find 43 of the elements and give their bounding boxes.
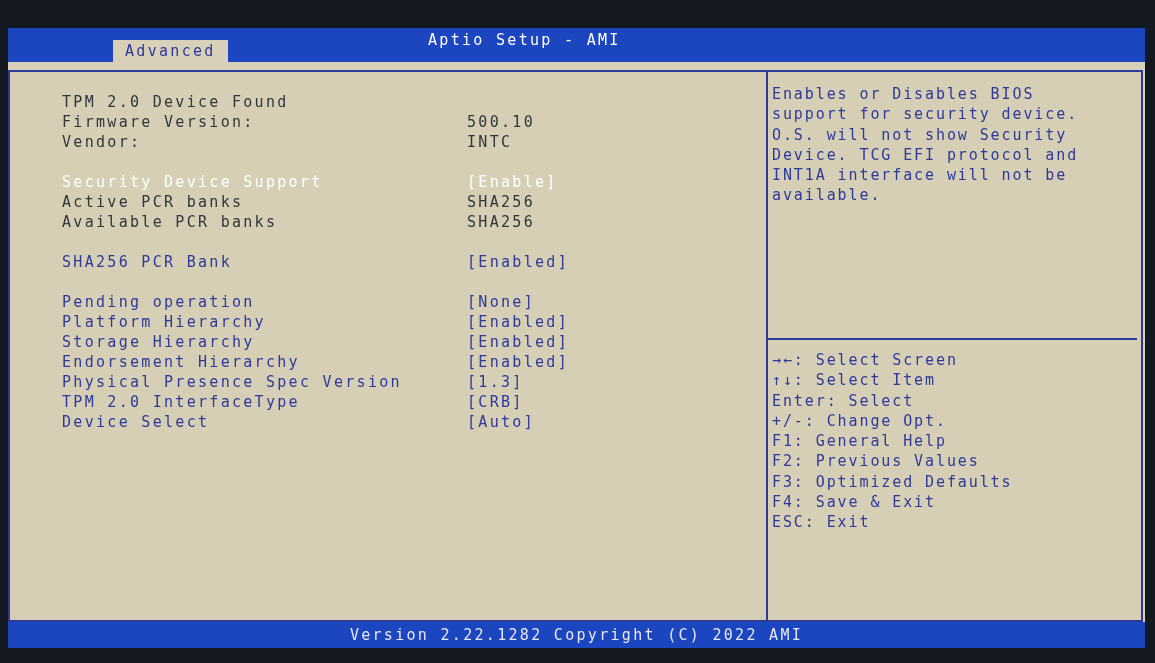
info-label: Active PCR banks bbox=[62, 193, 244, 211]
key-hint: Enter: Select bbox=[772, 390, 916, 411]
window-title: Aptio Setup - AMI bbox=[428, 30, 621, 50]
status-text: Version 2.22.1282 Copyright (C) 2022 AMI bbox=[349, 625, 804, 645]
setting-value[interactable]: [Auto] bbox=[467, 412, 535, 432]
help-text-line: INT1A interface will not be bbox=[772, 165, 1069, 186]
help-text-line: Device. TCG EFI protocol and bbox=[772, 144, 1080, 166]
setting-label[interactable]: Physical Presence Spec Version bbox=[62, 373, 402, 391]
key-hint: ESC: Exit bbox=[772, 512, 872, 533]
setting-label[interactable]: Pending operation bbox=[62, 293, 255, 311]
setting-label[interactable]: TPM 2.0 InterfaceType bbox=[62, 393, 300, 411]
help-text-line: available. bbox=[772, 185, 883, 206]
setting-label[interactable]: Endorsement Hierarchy bbox=[62, 353, 300, 371]
setting-value[interactable]: [Enabled] bbox=[467, 312, 569, 332]
info-label: Vendor: bbox=[62, 133, 142, 151]
key-hint: →←: Select Screen bbox=[772, 350, 959, 371]
setting-value[interactable]: [1.3] bbox=[467, 372, 524, 392]
help-text-line: support for security device. bbox=[772, 104, 1080, 125]
info-value: 500.10 bbox=[467, 112, 535, 132]
info-label: Firmware Version: bbox=[62, 113, 255, 131]
info-value: INTC bbox=[467, 132, 513, 152]
info-label: TPM 2.0 Device Found bbox=[62, 93, 289, 111]
info-value: SHA256 bbox=[467, 192, 535, 212]
info-value: SHA256 bbox=[467, 212, 535, 232]
setting-label[interactable]: SHA256 PCR Bank bbox=[62, 253, 232, 271]
info-label: Available PCR banks bbox=[62, 213, 278, 231]
key-hint: F4: Save & Exit bbox=[772, 492, 937, 513]
setting-value[interactable]: [Enabled] bbox=[467, 252, 569, 272]
key-hint: F3: Optimized Defaults bbox=[772, 471, 1014, 493]
key-hint: F2: Previous Values bbox=[772, 451, 981, 472]
menu-tab[interactable]: Advanced bbox=[113, 40, 228, 62]
key-hint: ↑↓: Select Item bbox=[772, 370, 937, 391]
help-text-line: Enables or Disables BIOS bbox=[772, 84, 1036, 105]
key-hint: +/-: Change Opt. bbox=[772, 410, 948, 432]
setting-label[interactable]: Storage Hierarchy bbox=[62, 333, 255, 351]
setting-value[interactable]: [Enabled] bbox=[467, 352, 569, 372]
setting-label[interactable]: Platform Hierarchy bbox=[62, 313, 266, 331]
setting-value[interactable]: [CRB] bbox=[467, 392, 524, 412]
setting-value[interactable]: [None] bbox=[467, 292, 535, 312]
setting-label[interactable]: Device Select bbox=[62, 413, 210, 431]
key-hint: F1: General Help bbox=[772, 431, 948, 452]
setting-value[interactable]: [Enabled] bbox=[467, 332, 569, 352]
help-text-line: O.S. will not show Security bbox=[772, 124, 1069, 145]
